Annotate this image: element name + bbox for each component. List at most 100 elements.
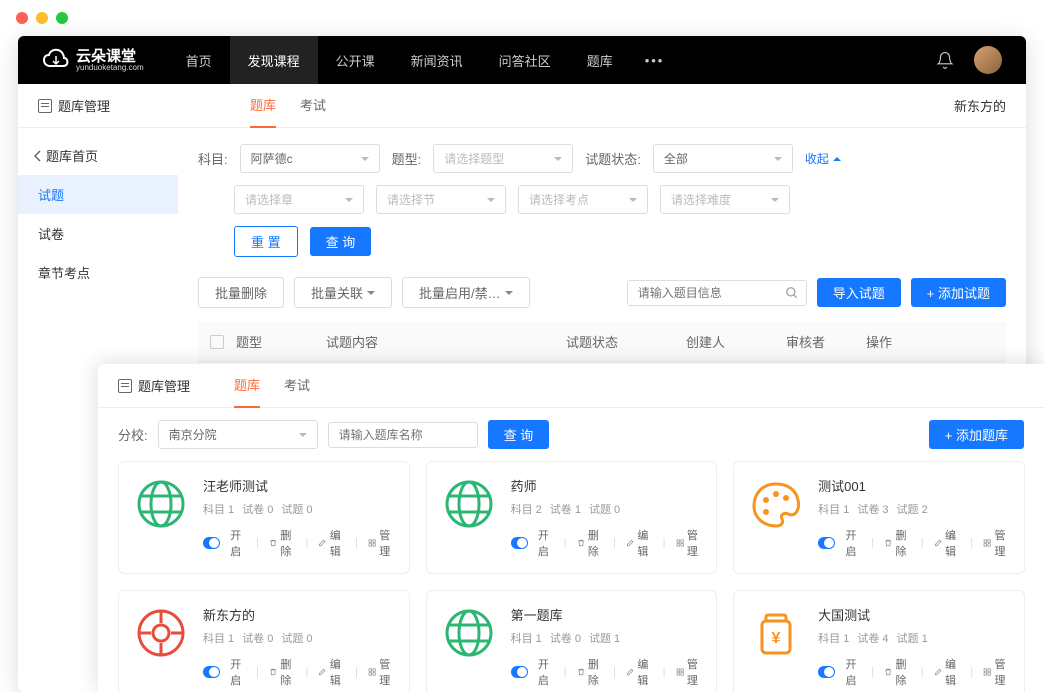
open-label: 开启 (230, 656, 246, 688)
tab-exam[interactable]: 考试 (300, 83, 326, 128)
svg-text:¥: ¥ (772, 630, 781, 647)
toggle-switch[interactable] (511, 537, 528, 549)
card-title: 新东方的 (203, 605, 395, 624)
sidebar-item-questions[interactable]: 试题 (18, 175, 178, 214)
card-delete[interactable]: 删除 (884, 656, 911, 688)
col-content: 试题内容 (326, 332, 566, 351)
bank-card[interactable]: 第一题库 科目 1试卷 0试题 1 开启 | 删除 | 编辑 | 管理 (426, 590, 718, 692)
status-select[interactable]: 全部 (653, 144, 793, 173)
sidebar-item-chapters[interactable]: 章节考点 (18, 253, 178, 292)
toggle-switch[interactable] (818, 537, 835, 549)
nav-qa-community[interactable]: 问答社区 (481, 36, 569, 84)
card-meta: 科目 1试卷 3试题 2 (818, 501, 1010, 517)
page-title-icon (118, 379, 132, 393)
window-controls (0, 0, 1044, 36)
card-edit[interactable]: 编辑 (318, 656, 345, 688)
card-manage[interactable]: 管理 (983, 527, 1010, 559)
col-type: 题型 (236, 332, 326, 351)
sidebar-back[interactable]: 题库首页 (18, 136, 178, 175)
table-header: 题型 试题内容 试题状态 创建人 审核者 操作 (198, 322, 1006, 362)
card-delete[interactable]: 删除 (269, 527, 296, 559)
nav-home[interactable]: 首页 (168, 36, 230, 84)
filter-row-3: 重 置 查 询 (198, 226, 1006, 257)
card-edit[interactable]: 编辑 (934, 527, 961, 559)
overlay-query-button[interactable]: 查 询 (488, 420, 550, 449)
card-manage[interactable]: 管理 (676, 656, 703, 688)
avatar[interactable] (974, 46, 1002, 74)
card-icon (441, 605, 497, 661)
sub-tabs: 题库 考试 (250, 83, 326, 128)
card-manage[interactable]: 管理 (676, 527, 703, 559)
nav-news[interactable]: 新闻资讯 (393, 36, 481, 84)
sub-header: 题库管理 题库 考试 新东方的 (18, 84, 1026, 128)
col-reviewer: 审核者 (786, 332, 866, 351)
toggle-switch[interactable] (818, 666, 835, 678)
nav-discover-courses[interactable]: 发现课程 (230, 36, 318, 84)
bank-card[interactable]: 测试001 科目 1试卷 3试题 2 开启 | 删除 | 编辑 | 管理 (733, 461, 1025, 574)
reset-button[interactable]: 重 置 (234, 226, 298, 257)
add-bank-button[interactable]: + 添加题库 (929, 420, 1024, 449)
overlay-tab-bank[interactable]: 题库 (234, 364, 260, 408)
nav-more[interactable]: ••• (631, 36, 679, 84)
maximize-window-icon[interactable] (56, 12, 68, 24)
nav-question-bank[interactable]: 题库 (569, 36, 631, 84)
card-edit[interactable]: 编辑 (626, 656, 653, 688)
card-edit[interactable]: 编辑 (934, 656, 961, 688)
card-title: 测试001 (818, 476, 1010, 495)
bulk-delete-button[interactable]: 批量删除 (198, 277, 284, 308)
card-title: 汪老师测试 (203, 476, 395, 495)
collapse-button[interactable]: 收起 (805, 150, 841, 167)
bulk-toggle-button[interactable]: 批量启用/禁… (402, 277, 530, 308)
branch-select[interactable]: 南京分院 (158, 420, 318, 449)
overlay-tab-exam[interactable]: 考试 (284, 364, 310, 408)
bank-card[interactable]: ¥ 大国测试 科目 1试卷 4试题 1 开启 | 删除 | 编辑 | 管理 (733, 590, 1025, 692)
card-edit[interactable]: 编辑 (626, 527, 653, 559)
card-title: 第一题库 (511, 605, 703, 624)
trash-icon (269, 537, 277, 549)
type-label: 题型: (392, 149, 422, 168)
bell-icon[interactable] (936, 51, 954, 69)
toggle-switch[interactable] (511, 666, 528, 678)
toggle-switch[interactable] (203, 537, 220, 549)
type-select[interactable]: 请选择题型 (433, 144, 573, 173)
subject-select[interactable]: 阿萨德c (240, 144, 380, 173)
difficulty-select[interactable]: 请选择难度 (660, 185, 790, 214)
search-input[interactable] (627, 280, 807, 306)
logo[interactable]: 云朵课堂 yunduoketang.com (42, 48, 144, 72)
bank-name-input[interactable] (328, 422, 478, 448)
bulk-relate-button[interactable]: 批量关联 (294, 277, 392, 308)
nav-open-courses[interactable]: 公开课 (318, 36, 393, 84)
card-delete[interactable]: 删除 (884, 527, 911, 559)
card-actions: 开启 | 删除 | 编辑 | 管理 (511, 527, 703, 559)
section-select[interactable]: 请选择节 (376, 185, 506, 214)
bank-card[interactable]: 汪老师测试 科目 1试卷 0试题 0 开启 | 删除 | 编辑 | 管理 (118, 461, 410, 574)
minimize-window-icon[interactable] (36, 12, 48, 24)
select-all-checkbox[interactable] (210, 335, 224, 349)
card-manage[interactable]: 管理 (983, 656, 1010, 688)
chapter-select[interactable]: 请选择章 (234, 185, 364, 214)
card-delete[interactable]: 删除 (577, 527, 604, 559)
point-select[interactable]: 请选择考点 (518, 185, 648, 214)
card-manage[interactable]: 管理 (368, 656, 395, 688)
add-question-button[interactable]: + 添加试题 (911, 278, 1006, 307)
card-edit[interactable]: 编辑 (318, 527, 345, 559)
bank-card[interactable]: 新东方的 科目 1试卷 0试题 0 开启 | 删除 | 编辑 | 管理 (118, 590, 410, 692)
import-button[interactable]: 导入试题 (817, 278, 901, 307)
card-delete[interactable]: 删除 (577, 656, 604, 688)
tab-question-bank[interactable]: 题库 (250, 83, 276, 128)
status-label: 试题状态: (585, 149, 641, 168)
edit-icon (934, 537, 942, 549)
card-manage[interactable]: 管理 (368, 527, 395, 559)
bank-card[interactable]: 药师 科目 2试卷 1试题 0 开启 | 删除 | 编辑 | 管理 (426, 461, 718, 574)
toggle-switch[interactable] (203, 666, 220, 678)
close-window-icon[interactable] (16, 12, 28, 24)
card-meta: 科目 1试卷 4试题 1 (818, 630, 1010, 646)
open-label: 开启 (845, 527, 861, 559)
trash-icon (577, 666, 585, 678)
card-delete[interactable]: 删除 (269, 656, 296, 688)
card-meta: 科目 1试卷 0试题 0 (203, 501, 395, 517)
card-title: 大国测试 (818, 605, 1010, 624)
query-button[interactable]: 查 询 (310, 227, 372, 256)
card-actions: 开启 | 删除 | 编辑 | 管理 (203, 656, 395, 688)
sidebar-item-papers[interactable]: 试卷 (18, 214, 178, 253)
